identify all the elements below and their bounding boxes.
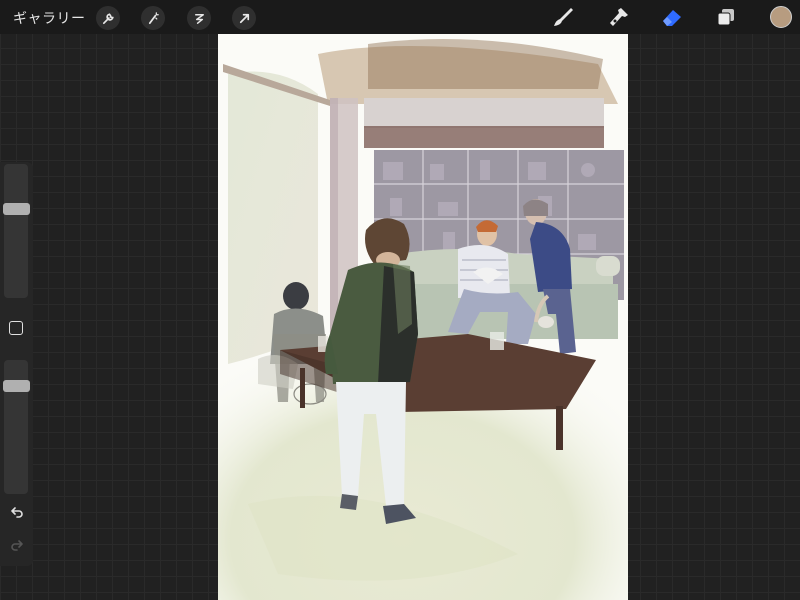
modify-button[interactable] — [9, 321, 23, 335]
opacity-slider[interactable] — [3, 360, 30, 494]
magic-wand-icon[interactable] — [141, 6, 165, 30]
wrench-icon[interactable] — [96, 6, 120, 30]
watercolor-illustration — [218, 34, 628, 600]
smudge-icon[interactable] — [605, 5, 631, 29]
undo-icon[interactable] — [8, 504, 26, 520]
brush-size-slider[interactable] — [3, 164, 30, 298]
redo-icon[interactable] — [8, 537, 26, 553]
top-toolbar: ギャラリー — [0, 0, 800, 34]
selection-icon[interactable] — [187, 6, 211, 30]
left-sidebar — [0, 162, 33, 566]
layers-icon[interactable] — [713, 5, 739, 29]
drawing-canvas[interactable] — [218, 34, 628, 600]
eraser-icon[interactable] — [659, 5, 685, 29]
opacity-handle[interactable] — [3, 380, 30, 392]
gallery-button[interactable]: ギャラリー — [13, 8, 86, 28]
color-swatch[interactable] — [770, 6, 792, 28]
brush-icon[interactable] — [550, 5, 576, 29]
transform-arrow-icon[interactable] — [232, 6, 256, 30]
brush-size-handle[interactable] — [3, 203, 30, 215]
